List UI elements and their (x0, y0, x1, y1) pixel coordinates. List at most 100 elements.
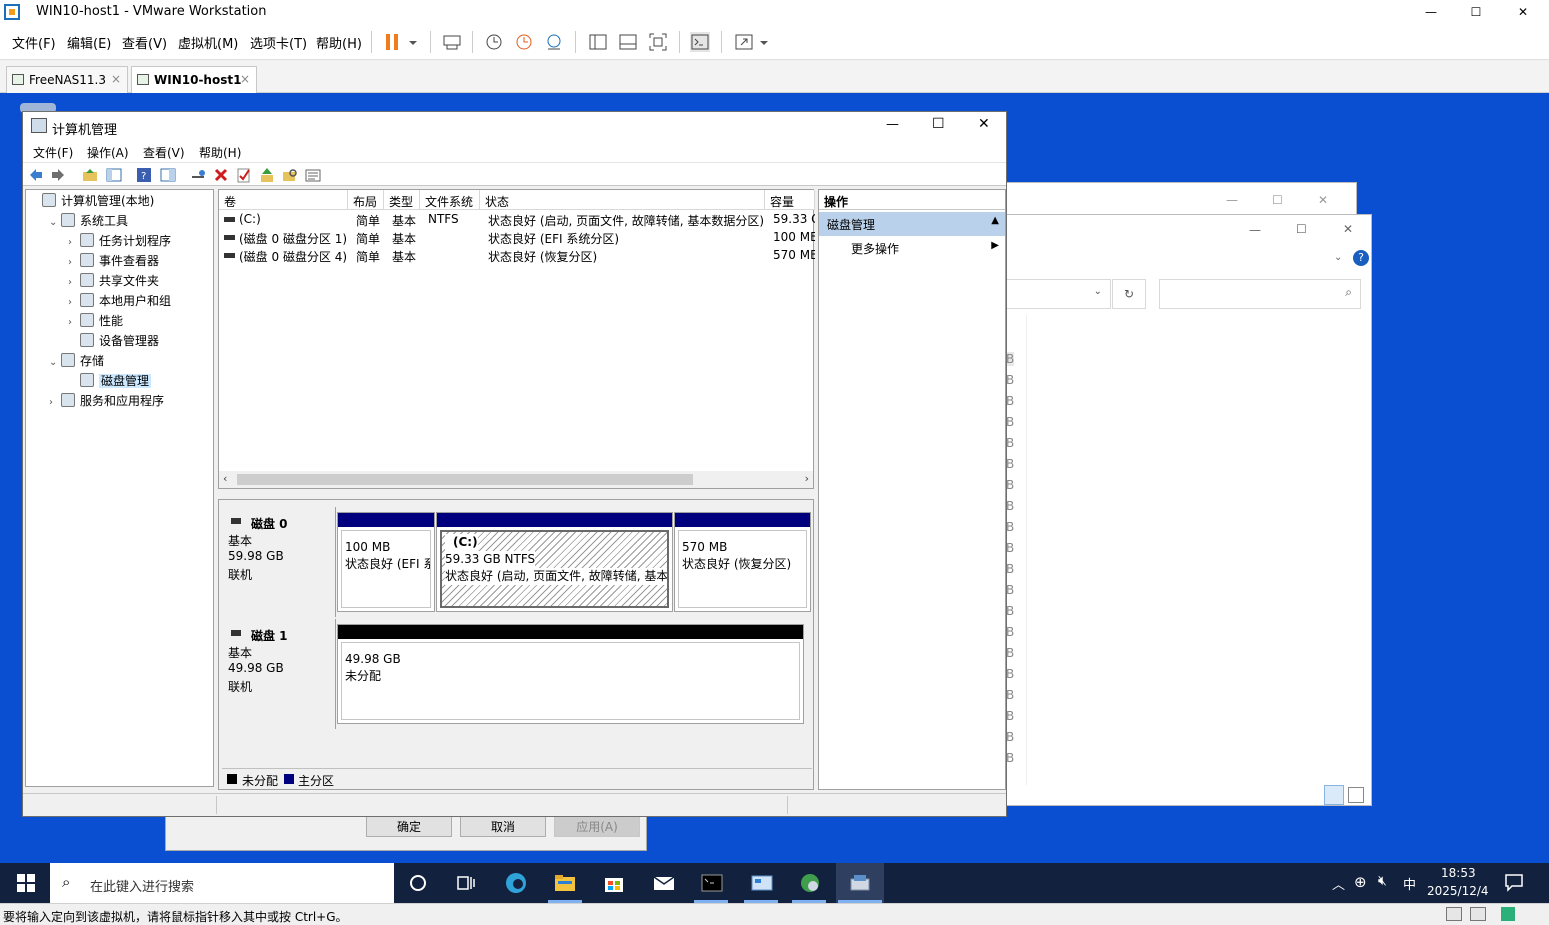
table-row[interactable]: (C:) 简单 基本 NTFS 状态良好 (启动, 页面文件, 故障转储, 基本数据分区… (219, 211, 815, 229)
chevron-down-icon[interactable] (756, 32, 776, 52)
show-hide-tree-icon[interactable] (106, 167, 122, 183)
stretch-guest-icon[interactable] (734, 32, 754, 52)
tree-item[interactable]: › 共享文件夹 (68, 272, 159, 290)
menu-file[interactable]: 文件(F) (12, 33, 56, 52)
scroll-right-icon[interactable]: › (805, 472, 809, 485)
close-button[interactable]: ✕ (1500, 0, 1546, 24)
expand-arrow-icon[interactable]: › (49, 394, 61, 412)
clock-time[interactable]: 18:53 (1441, 866, 1476, 880)
close-button[interactable]: ✕ (1318, 193, 1328, 207)
menu-tabs[interactable]: 选项卡(T) (250, 33, 307, 52)
display-icon[interactable] (1470, 907, 1486, 921)
list-view-icon[interactable] (305, 167, 321, 183)
chevron-down-icon[interactable]: ⌄ (1094, 286, 1102, 297)
tree-item[interactable]: ⌄ 系统工具 (49, 212, 128, 230)
computer-management-taskbar-icon[interactable] (750, 871, 774, 895)
table-row[interactable]: (磁盘 0 磁盘分区 1) 简单 基本 状态良好 (EFI 系统分区) 100 MB (219, 229, 815, 247)
snapshot-manager-icon[interactable] (544, 32, 564, 52)
menu-help[interactable]: 帮助(H) (199, 144, 241, 161)
menu-action[interactable]: 操作(A) (87, 144, 129, 161)
disk1-info[interactable]: 磁盘 1 基本 49.98 GB 联机 (219, 619, 336, 729)
chevron-down-icon[interactable]: ⌄ (1334, 252, 1342, 263)
column-header[interactable]: 文件系统 (420, 190, 480, 210)
pause-icon[interactable] (383, 32, 403, 52)
cortana-icon[interactable] (406, 871, 430, 895)
ok-button[interactable]: 确定 (366, 815, 452, 837)
minimize-button[interactable]: — (1408, 0, 1454, 24)
maximize-button[interactable]: ☐ (1453, 0, 1499, 24)
tree-item[interactable]: 磁盘管理 (68, 372, 152, 390)
notification-icon[interactable] (1504, 872, 1524, 895)
search-folder-icon[interactable] (282, 167, 298, 183)
tree-item[interactable]: › 本地用户和组 (68, 292, 171, 310)
tree-item[interactable]: 计算机管理(本地) (30, 192, 154, 210)
column-header[interactable]: 类型 (384, 190, 420, 210)
tree-item[interactable]: › 任务计划程序 (68, 232, 171, 250)
expand-arrow-icon[interactable]: › (68, 294, 80, 312)
tray-chevron-up-icon[interactable]: ︿ (1332, 874, 1345, 893)
scroll-left-icon[interactable]: ‹ (223, 472, 227, 485)
large-icons-view-icon[interactable] (1348, 787, 1364, 803)
chevron-down-icon[interactable] (405, 32, 425, 52)
back-arrow-icon[interactable] (28, 167, 44, 183)
expand-arrow-icon[interactable]: › (68, 274, 80, 292)
details-view-icon[interactable] (1324, 785, 1344, 805)
volume-muted-icon[interactable]: 🔇︎ (1378, 873, 1387, 889)
tree-item[interactable]: ⌄ 存储 (49, 352, 104, 370)
maximize-button[interactable]: ☐ (1272, 193, 1283, 207)
collapse-arrow-icon[interactable]: ⌄ (49, 214, 61, 232)
tree-item[interactable]: › 事件查看器 (68, 252, 159, 270)
partition-unallocated[interactable]: 49.98 GB 未分配 (337, 624, 804, 724)
file-explorer-icon[interactable] (553, 871, 577, 895)
disk-management-taskbar-icon[interactable] (848, 871, 872, 895)
tab-freenas[interactable]: FreeNAS11.3 × (6, 66, 128, 93)
help-icon[interactable]: ? (136, 167, 152, 183)
forward-arrow-icon[interactable] (50, 167, 66, 183)
table-row[interactable]: (磁盘 0 磁盘分区 4) 简单 基本 状态良好 (恢复分区) 570 MB (219, 247, 815, 265)
more-actions[interactable]: 更多操作 ▶ (819, 236, 1005, 260)
sidebar-toggle-icon[interactable] (588, 32, 608, 52)
menu-help[interactable]: 帮助(H) (316, 33, 362, 52)
scrollbar-thumb[interactable] (237, 474, 693, 485)
collapse-arrow-icon[interactable]: ⌄ (49, 354, 61, 372)
fullscreen-icon[interactable] (648, 32, 668, 52)
import-icon[interactable] (259, 167, 275, 183)
column-header[interactable]: 状态 (480, 190, 765, 210)
taskbar-search-box[interactable]: ⌕ 在此键入进行搜索 (50, 863, 394, 903)
partition-c[interactable]: (C:) 59.33 GB NTFS 状态良好 (启动, 页面文件, 故障转储,… (436, 512, 673, 612)
guest-desktop[interactable]: — ☐ ✕ — ☐ ✕ ⌄ ? ⌄ ↻ ⌕ BBBBBBBBBBBBBBBBBB… (0, 93, 1549, 863)
up-folder-icon[interactable] (82, 167, 98, 183)
column-header[interactable]: 卷 (219, 190, 348, 210)
menu-file[interactable]: 文件(F) (33, 144, 73, 161)
cancel-button[interactable]: 取消 (460, 815, 546, 837)
menu-vm[interactable]: 虚拟机(M) (178, 33, 238, 52)
close-tab-icon[interactable]: × (111, 72, 121, 86)
tab-win10-host1[interactable]: WIN10-host1 × (131, 66, 257, 93)
connect-icon[interactable] (190, 167, 206, 183)
tree-item[interactable]: › 服务和应用程序 (49, 392, 164, 410)
disk0-info[interactable]: 磁盘 0 基本 59.98 GB 联机 (219, 507, 336, 617)
horizontal-scrollbar[interactable]: ‹ › (219, 471, 813, 488)
maximize-button[interactable]: ☐ (932, 116, 945, 132)
minimize-button[interactable]: — (1249, 223, 1261, 237)
mail-icon[interactable] (652, 871, 676, 895)
tree-item[interactable]: 设备管理器 (68, 332, 159, 350)
send-ctrl-alt-del-icon[interactable] (442, 32, 462, 52)
apply-button[interactable]: 应用(A) (554, 815, 640, 837)
expand-arrow-icon[interactable]: › (68, 234, 80, 252)
check-icon[interactable] (236, 167, 252, 183)
network-adapter-icon[interactable] (1446, 907, 1462, 921)
partition-recovery[interactable]: 570 MB 状态良好 (恢复分区) (674, 512, 811, 612)
close-button[interactable]: ✕ (978, 116, 990, 132)
column-header[interactable]: 布局 (348, 190, 384, 210)
close-button[interactable]: ✕ (1343, 222, 1353, 236)
properties-pane-icon[interactable] (160, 167, 176, 183)
delete-icon[interactable] (213, 167, 229, 183)
task-view-icon[interactable] (454, 871, 478, 895)
close-tab-icon[interactable]: × (240, 72, 250, 86)
minimize-button[interactable]: — (886, 117, 899, 132)
explorer-window[interactable]: — ☐ ✕ ⌄ ? ⌄ ↻ ⌕ BBBBBBBBBBBBBBBBBBBB (1003, 214, 1372, 806)
column-header[interactable]: 容量 (765, 190, 815, 210)
menu-view[interactable]: 查看(V) (122, 33, 167, 52)
collapse-icon[interactable]: ▲ (991, 215, 999, 226)
